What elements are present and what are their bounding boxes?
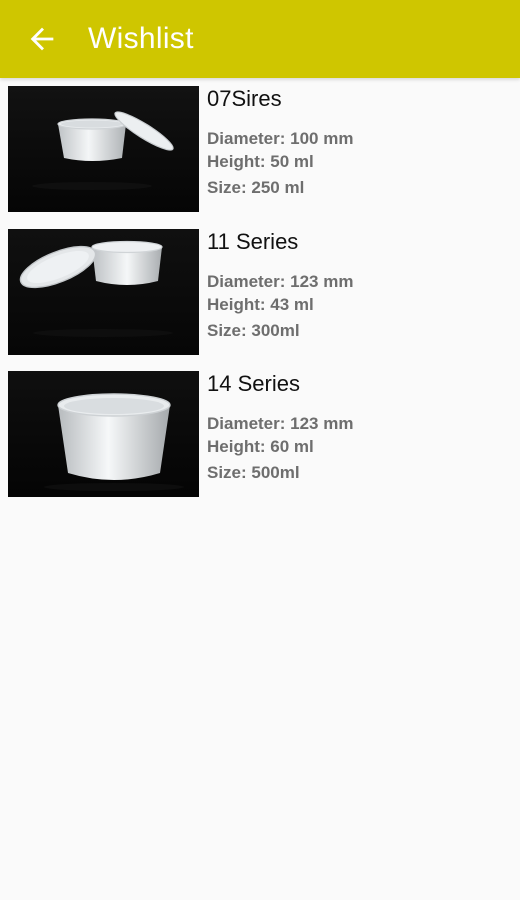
app-bar: Wishlist [0, 0, 520, 78]
item-info: 11 Series Diameter: 123 mm Height: 43 ml… [207, 227, 510, 342]
item-name: 07Sires [207, 86, 282, 111]
item-name: 11 Series [207, 228, 299, 254]
item-info: 14 Series Diameter: 123 mm Height: 60 ml… [207, 369, 510, 484]
item-diameter: Diameter: 123 mm [207, 271, 354, 291]
back-button[interactable] [14, 11, 70, 67]
wishlist-item[interactable]: 11 Series Diameter: 123 mm Height: 43 ml… [0, 221, 520, 364]
item-name: 14 Series [207, 371, 300, 396]
wishlist-item[interactable]: 07Sires Diameter: 100 mm Height: 50 ml S… [0, 78, 520, 221]
product-image [8, 228, 199, 355]
item-height: Height: 43 ml [207, 294, 314, 314]
wishlist-item[interactable]: 14 Series Diameter: 123 mm Height: 60 ml… [0, 363, 520, 506]
arrow-left-icon [30, 27, 54, 51]
item-height: Height: 60 ml [207, 437, 314, 456]
wishlist-list: 07Sires Diameter: 100 mm Height: 50 ml S… [0, 78, 520, 506]
item-info: 07Sires Diameter: 100 mm Height: 50 ml S… [207, 84, 510, 199]
item-size: Size: 500ml [207, 463, 300, 482]
product-image [8, 86, 199, 212]
item-height: Height: 50 ml [207, 152, 314, 171]
item-diameter: Diameter: 123 mm [207, 414, 354, 433]
item-diameter: Diameter: 100 mm [207, 129, 354, 148]
product-image [8, 371, 199, 497]
page-title: Wishlist [88, 22, 194, 55]
item-size: Size: 250 ml [207, 178, 305, 197]
item-size: Size: 300ml [207, 320, 300, 340]
